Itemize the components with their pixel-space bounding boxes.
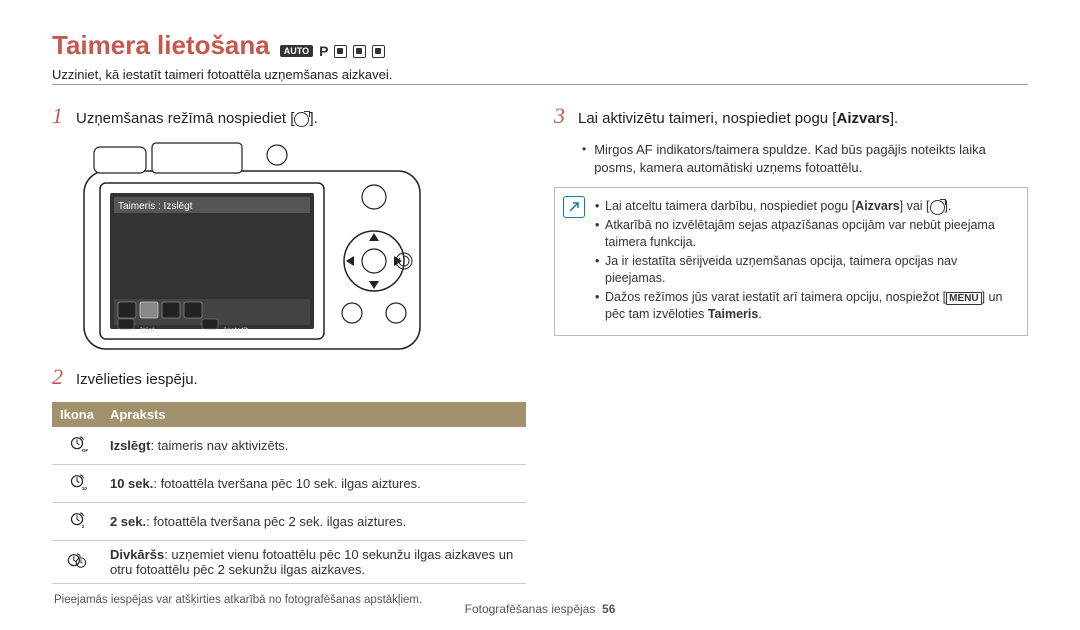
table-icon-cell: OFF (52, 427, 102, 465)
step-2-number: 2 (52, 364, 66, 390)
table-desc-cell: Izslēgt: taimeris nav aktivizēts. (102, 427, 526, 465)
table-desc-cell: Divkāršs: uzņemiet vienu fotoattēlu pēc … (102, 541, 526, 584)
lcd-exit: Iziet (140, 326, 155, 335)
step-3-text: Lai aktivizētu taimeri, nospiediet pogu … (578, 110, 898, 127)
table-row: Divkāršs: uzņemiet vienu fotoattēlu pēc … (52, 541, 526, 584)
bullet-row: • Mirgos AF indikators/taimera spuldze. … (582, 141, 1028, 177)
timer-button-icon (294, 112, 309, 127)
info-item: Lai atceltu taimera darbību, nospiediet … (595, 198, 1015, 215)
step-2: 2 Izvēlieties iespēju. (52, 364, 526, 390)
table-desc-cell: 2 sek.: fotoattēla tveršana pēc 2 sek. i… (102, 503, 526, 541)
divider (52, 84, 1028, 85)
mode-scene-icon-2 (353, 45, 366, 58)
options-table: Ikona Apraksts OFF Izslēgt: taimeris nav… (52, 402, 526, 584)
step-1-number: 1 (52, 103, 66, 129)
page-subtitle: Uzziniet, kā iestatīt taimeri fotoattēla… (52, 67, 1028, 82)
svg-text:2: 2 (82, 524, 85, 529)
right-column: 3 Lai aktivizētu taimeri, nospiediet pog… (554, 103, 1028, 606)
table-row: OFF Izslēgt: taimeris nav aktivizēts. (52, 427, 526, 465)
step-1-text: Uzņemšanas režīmā nospiediet []. (76, 110, 318, 127)
mode-icons: AUTO P (280, 43, 386, 59)
bullet-text: Mirgos AF indikators/taimera spuldze. Ka… (594, 141, 1028, 177)
info-item: Dažos režīmos jūs varat iestatīt arī tai… (595, 289, 1015, 323)
lcd-set: Iestatīt (224, 326, 249, 335)
step-3-bullets: • Mirgos AF indikators/taimera spuldze. … (554, 141, 1028, 177)
table-row: 10 10 sek.: fotoattēla tveršana pēc 10 s… (52, 465, 526, 503)
page-title: Taimera lietošana (52, 30, 270, 61)
info-box: Lai atceltu taimera darbību, nospiediet … (554, 187, 1028, 335)
step-3-number: 3 (554, 103, 568, 129)
footer-page: 56 (602, 602, 615, 616)
step-1-text-pre: Uzņemšanas režīmā nospiediet [ (76, 110, 294, 127)
step-3-post: ]. (890, 110, 898, 127)
svg-text:10: 10 (82, 486, 88, 491)
mode-scene-icon-1 (334, 45, 347, 58)
table-row: 2 2 sek.: fotoattēla tveršana pēc 2 sek.… (52, 503, 526, 541)
step-3: 3 Lai aktivizētu taimeri, nospiediet pog… (554, 103, 1028, 129)
table-icon-cell: 10 (52, 465, 102, 503)
table-icon-cell (52, 541, 102, 584)
left-column: 1 Uzņemšanas režīmā nospiediet []. Taime… (52, 103, 526, 606)
mode-scene-icon-3 (372, 45, 385, 58)
info-item: Atkarībā no izvēlētajām sejas atpazīšana… (595, 217, 1015, 251)
step-3-pre: Lai aktivizētu taimeri, nospiediet pogu … (578, 110, 836, 127)
th-desc: Apraksts (102, 402, 526, 427)
mode-p-icon: P (319, 43, 328, 59)
page-footer: Fotografēšanas iespējas 56 (0, 602, 1080, 616)
table-desc-cell: 10 sek.: fotoattēla tveršana pēc 10 sek.… (102, 465, 526, 503)
svg-text:OFF: OFF (82, 448, 88, 453)
info-icon (563, 196, 585, 218)
step-1-text-post: ]. (309, 110, 317, 127)
camera-illustration: Taimeris : Izslēgt Iziet Iestatīt (82, 141, 526, 354)
lcd-title: Taimeris : Izslēgt (118, 201, 193, 212)
step-3-bold: Aizvars (836, 110, 889, 127)
mode-auto-icon: AUTO (280, 45, 313, 57)
bullet-dot-icon: • (582, 141, 586, 158)
footer-label: Fotografēšanas iespējas (465, 602, 596, 616)
info-item: Ja ir iestatīta sērijveida uzņemšanas op… (595, 253, 1015, 287)
step-1: 1 Uzņemšanas režīmā nospiediet []. (52, 103, 526, 129)
step-2-text: Izvēlieties iespēju. (76, 371, 198, 388)
table-icon-cell: 2 (52, 503, 102, 541)
th-icon: Ikona (52, 402, 102, 427)
